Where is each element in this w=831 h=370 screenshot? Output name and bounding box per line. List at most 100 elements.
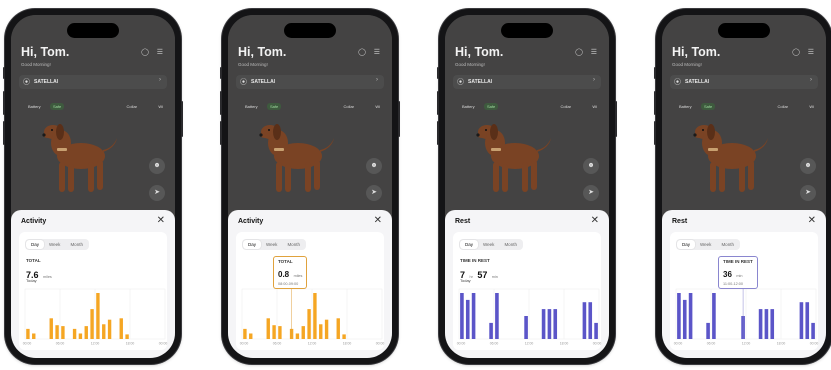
chart-bar[interactable] [61,326,65,339]
chart-bar[interactable] [90,309,94,339]
tab-day[interactable]: Day [460,240,479,249]
tab-month[interactable]: Month [499,240,522,249]
location-fab[interactable]: ➤ [149,185,165,201]
chart-bar[interactable] [295,333,300,339]
bell-icon[interactable]: ◯ [792,48,800,56]
close-icon[interactable]: ✕ [157,215,165,226]
chart-bar[interactable] [266,318,270,339]
menu-icon[interactable]: ☰ [591,48,597,56]
chart-bar[interactable] [811,322,815,339]
chart-bar[interactable] [688,293,693,339]
location-icon: ➤ [371,189,377,196]
tooltip-range: 08:00-09:00 [278,282,299,286]
chart-bar[interactable] [55,325,59,339]
chart-bar[interactable] [682,299,687,339]
chart-bar[interactable] [84,326,88,339]
location-fab[interactable]: ➤ [366,185,382,201]
chart-bar[interactable] [313,293,317,339]
menu-icon[interactable]: ☰ [808,48,814,56]
close-icon[interactable]: ✕ [591,215,599,226]
device-selector[interactable]: ⦿ SATELLAI › [236,75,384,89]
chart-bar[interactable] [758,309,763,339]
chart-bar[interactable] [243,328,247,339]
tab-week[interactable]: Week [478,240,499,249]
collar-label: Collar [777,104,788,109]
tab-week[interactable]: Week [695,240,716,249]
x-tick-label: 18:00 [343,342,352,346]
tab-week[interactable]: Week [44,240,65,249]
chart-bar[interactable] [319,324,323,339]
chart-bar[interactable] [301,326,305,339]
chart-bar[interactable] [471,293,476,339]
chart-bar[interactable] [460,293,464,339]
chart-bar[interactable] [72,328,77,339]
chart-bar[interactable] [32,333,36,339]
close-icon[interactable]: ✕ [374,215,382,226]
chart-bar[interactable] [96,293,100,339]
profile-fab[interactable]: ☻ [800,158,816,174]
profile-fab[interactable]: ☻ [366,158,382,174]
tab-day[interactable]: Day [677,240,696,249]
chart-bar[interactable] [770,309,775,339]
chart-bar[interactable] [107,319,112,339]
tab-month[interactable]: Month [65,240,88,249]
rest-chart[interactable]: 00:00 06:00 12:00 18:00 00:00 [670,287,822,347]
chart-bar[interactable] [706,322,710,339]
chart-bar[interactable] [307,309,311,339]
chart-bar[interactable] [249,333,253,339]
chart-bar[interactable] [119,318,123,339]
battery-status-badge: Safe [484,103,499,110]
chart-bar[interactable] [764,309,769,339]
bell-icon[interactable]: ◯ [575,48,583,56]
profile-fab[interactable]: ☻ [149,158,165,174]
tab-month[interactable]: Month [716,240,739,249]
chart-bar[interactable] [541,309,546,339]
chart-bar[interactable] [272,325,276,339]
chart-bar[interactable] [495,293,499,339]
tab-week[interactable]: Week [261,240,282,249]
location-fab[interactable]: ➤ [583,185,599,201]
device-selector[interactable]: ⦿ SATELLAI › [670,75,818,89]
chart-bar[interactable] [324,319,329,339]
chart-bar[interactable] [78,333,83,339]
bell-icon[interactable]: ◯ [141,48,149,56]
menu-icon[interactable]: ☰ [374,48,380,56]
bell-icon[interactable]: ◯ [358,48,366,56]
device-name: SATELLAI [685,79,710,85]
chart-bar[interactable] [465,299,470,339]
chevron-right-icon: › [593,77,595,83]
location-fab[interactable]: ➤ [800,185,816,201]
chart-bar[interactable] [799,302,804,339]
tab-day[interactable]: Day [243,240,262,249]
dog-illustration [259,124,334,192]
device-selector[interactable]: ⦿ SATELLAI › [19,75,167,89]
activity-chart[interactable]: 00:00 06:00 12:00 18:00 00:00 [236,287,388,347]
chart-bar[interactable] [677,293,681,339]
chart-bar[interactable] [49,318,53,339]
location-icon: ➤ [154,189,160,196]
activity-chart[interactable]: 00:00 06:00 12:00 18:00 00:00 [19,287,171,347]
chart-bar[interactable] [594,322,598,339]
device-selector[interactable]: ⦿ SATELLAI › [453,75,601,89]
chart-bar[interactable] [102,324,106,339]
rest-chart[interactable]: 00:00 06:00 12:00 18:00 00:00 [453,287,605,347]
chart-bar[interactable] [588,302,593,339]
chart-bar[interactable] [125,334,129,339]
chart-bar[interactable] [26,328,30,339]
menu-icon[interactable]: ☰ [157,48,163,56]
tab-month[interactable]: Month [282,240,305,249]
chart-bar[interactable] [278,326,282,339]
x-tick-label: 12:00 [525,342,534,346]
chart-bar[interactable] [553,309,558,339]
chart-bar[interactable] [489,322,493,339]
chart-bar[interactable] [547,309,552,339]
tab-day[interactable]: Day [26,240,45,249]
chart-bar[interactable] [524,316,528,339]
chart-bar[interactable] [805,302,810,339]
profile-fab[interactable]: ☻ [583,158,599,174]
chart-bar[interactable] [342,334,346,339]
close-icon[interactable]: ✕ [808,215,816,226]
chart-bar[interactable] [336,318,340,339]
chart-bar[interactable] [582,302,587,339]
chart-bar[interactable] [712,293,716,339]
